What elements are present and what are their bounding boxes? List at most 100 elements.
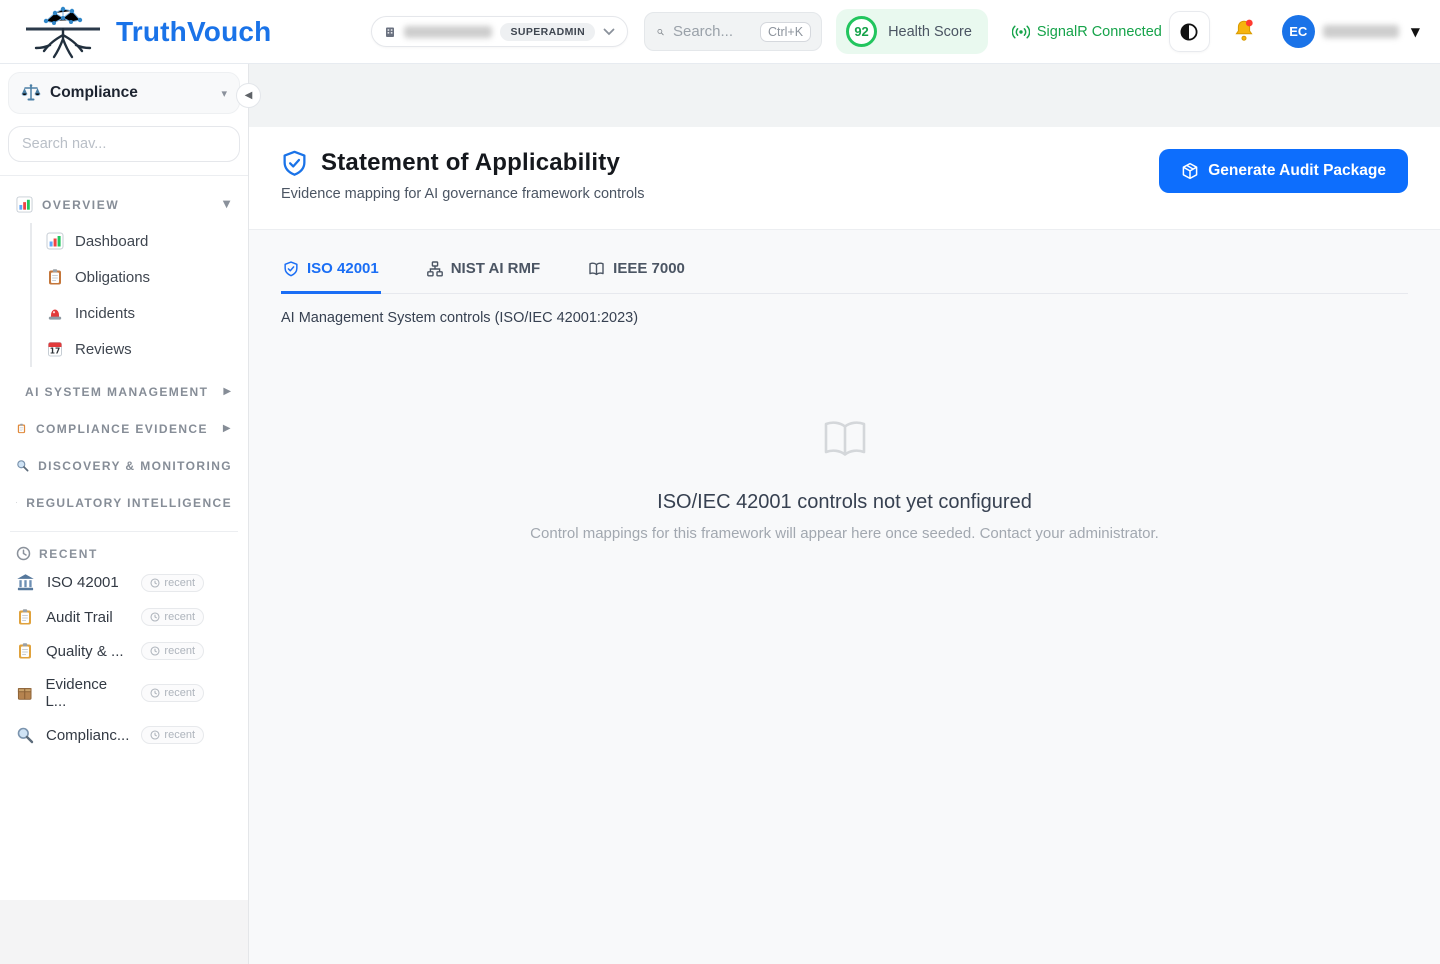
clipboard-icon <box>46 268 64 286</box>
empty-state-message: Control mappings for this framework will… <box>281 525 1408 542</box>
chevron-right-icon: ▶ <box>223 386 232 397</box>
nav-section-regulatory-intelligence[interactable]: REGULATORY INTELLIGENCE <box>10 484 238 521</box>
signalr-status: SignalR Connected <box>1012 24 1162 40</box>
package-cube-icon <box>1181 162 1199 180</box>
search-icon <box>657 24 664 40</box>
workspace-selector[interactable]: SUPERADMIN <box>371 16 628 47</box>
sidebar-item-obligations[interactable]: Obligations <box>38 259 238 295</box>
package-icon <box>16 684 33 702</box>
nav-section-compliance-evidence[interactable]: COMPLIANCE EVIDENCE ▶ <box>10 410 238 447</box>
clock-icon <box>150 688 160 698</box>
top-band <box>249 64 1440 127</box>
search-shortcut: Ctrl+K <box>760 22 811 42</box>
module-chevron-icon: ▾ <box>221 87 227 100</box>
framework-caption: AI Management System controls (ISO/IEC 4… <box>281 310 1408 326</box>
generate-audit-package-button[interactable]: Generate Audit Package <box>1159 149 1408 193</box>
newspaper-icon <box>16 494 17 511</box>
recent-item-label: ISO 42001 <box>47 574 119 591</box>
recent-item-quality[interactable]: Quality & ... recent <box>10 634 238 668</box>
sidebar-collapse-button[interactable]: ◀ <box>236 83 261 108</box>
recent-badge: recent <box>141 726 204 744</box>
avatar: EC <box>1282 15 1315 48</box>
overview-subnav: Dashboard Obligations <box>30 223 238 367</box>
nav-section-label: AI SYSTEM MANAGEMENT <box>25 385 208 399</box>
recent-item-label: Complianc... <box>46 727 129 744</box>
tab-iso-42001[interactable]: ISO 42001 <box>281 250 381 294</box>
notification-dot <box>1246 20 1253 27</box>
recent-badge: recent <box>141 684 204 702</box>
generate-button-label: Generate Audit Package <box>1208 162 1386 180</box>
tab-label: ISO 42001 <box>307 260 379 277</box>
sidebar: Compliance ▾ ◀ OVERVIEW ▼ <box>0 64 248 900</box>
tab-label: NIST AI RMF <box>451 260 540 277</box>
notifications-button[interactable] <box>1232 18 1256 45</box>
sidebar-item-incidents[interactable]: Incidents <box>38 295 238 331</box>
nav-group-label: OVERVIEW <box>42 198 119 212</box>
sidebar-column: Compliance ▾ ◀ OVERVIEW ▼ <box>0 64 249 964</box>
page-title: Statement of Applicability <box>321 149 620 177</box>
role-badge: SUPERADMIN <box>500 23 595 41</box>
empty-state: ISO/IEC 42001 controls not yet configure… <box>281 418 1408 542</box>
clock-icon <box>150 646 160 656</box>
top-bar: TruthVouch SUPERADMIN Ctrl+K 92 Health S… <box>0 0 1440 64</box>
siren-icon <box>46 304 64 322</box>
nav-group-overview[interactable]: OVERVIEW ▼ <box>10 188 238 221</box>
module-name: Compliance <box>50 84 138 102</box>
nav-item-label: Dashboard <box>75 233 148 250</box>
recent-item-compliance[interactable]: Complianc... recent <box>10 718 238 752</box>
signalr-status-label: SignalR Connected <box>1037 24 1162 40</box>
main-area: Statement of Applicability Evidence mapp… <box>249 64 1440 964</box>
bar-chart-icon <box>16 196 33 213</box>
clipboard-icon <box>16 642 34 660</box>
scales-icon <box>21 83 41 103</box>
nav-item-label: Reviews <box>75 341 132 358</box>
theme-toggle-button[interactable] <box>1169 11 1210 52</box>
recent-item-label: Audit Trail <box>46 609 113 626</box>
nav-section-label: COMPLIANCE EVIDENCE <box>36 422 208 436</box>
module-switcher[interactable]: Compliance ▾ <box>8 72 240 114</box>
open-book-icon <box>822 418 868 460</box>
chevron-down-icon <box>603 28 615 36</box>
bell-icon <box>1232 18 1256 42</box>
sidebar-item-reviews[interactable]: 17 Reviews <box>38 331 238 367</box>
tab-ieee-7000[interactable]: IEEE 7000 <box>586 250 687 294</box>
recent-item-label: Evidence L... <box>45 676 129 710</box>
clock-icon <box>150 612 160 622</box>
nav-section-discovery-monitoring[interactable]: DISCOVERY & MONITORING <box>10 447 238 484</box>
network-icon <box>427 261 443 277</box>
broadcast-icon <box>1012 24 1030 40</box>
contrast-icon <box>1179 22 1199 42</box>
clock-icon <box>150 578 160 588</box>
health-score-value: 92 <box>846 16 877 47</box>
sidebar-search-input[interactable] <box>8 126 240 162</box>
nav-item-label: Incidents <box>75 305 135 322</box>
search-input[interactable] <box>673 23 751 40</box>
user-menu[interactable]: EC ▼ <box>1256 15 1420 48</box>
dashboard-chart-icon <box>46 232 64 250</box>
recent-item-audit-trail[interactable]: Audit Trail recent <box>10 600 238 634</box>
sidebar-nav: OVERVIEW ▼ Dashboard <box>0 176 248 752</box>
empty-state-title: ISO/IEC 42001 controls not yet configure… <box>281 491 1408 514</box>
svg-text:17: 17 <box>50 347 60 356</box>
framework-tabs: ISO 42001 NIST AI RMF IEEE 7000 <box>281 250 1408 294</box>
global-search[interactable]: Ctrl+K <box>644 12 822 51</box>
sidebar-item-dashboard[interactable]: Dashboard <box>38 223 238 259</box>
app-logo[interactable]: TruthVouch <box>20 5 271 59</box>
page-subtitle: Evidence mapping for AI governance frame… <box>281 186 645 202</box>
building-icon <box>384 26 396 38</box>
recent-item-iso-42001[interactable]: ISO 42001 recent <box>10 565 238 600</box>
magnifier-icon <box>16 457 29 474</box>
page-header: Statement of Applicability Evidence mapp… <box>249 127 1440 230</box>
recent-header: RECENT <box>10 540 238 565</box>
tab-nist-ai-rmf[interactable]: NIST AI RMF <box>425 250 542 294</box>
recent-badge: recent <box>141 574 204 592</box>
recent-item-evidence[interactable]: Evidence L... recent <box>10 668 238 718</box>
nav-section-ai-system-management[interactable]: AI SYSTEM MANAGEMENT ▶ <box>10 373 238 410</box>
calendar-icon: 17 <box>46 340 64 358</box>
clock-icon <box>150 730 160 740</box>
recent-label: RECENT <box>39 547 98 561</box>
recent-item-label: Quality & ... <box>46 643 124 660</box>
tab-label: IEEE 7000 <box>613 260 685 277</box>
app-name: TruthVouch <box>116 16 271 48</box>
health-score-badge: 92 Health Score <box>836 9 988 54</box>
